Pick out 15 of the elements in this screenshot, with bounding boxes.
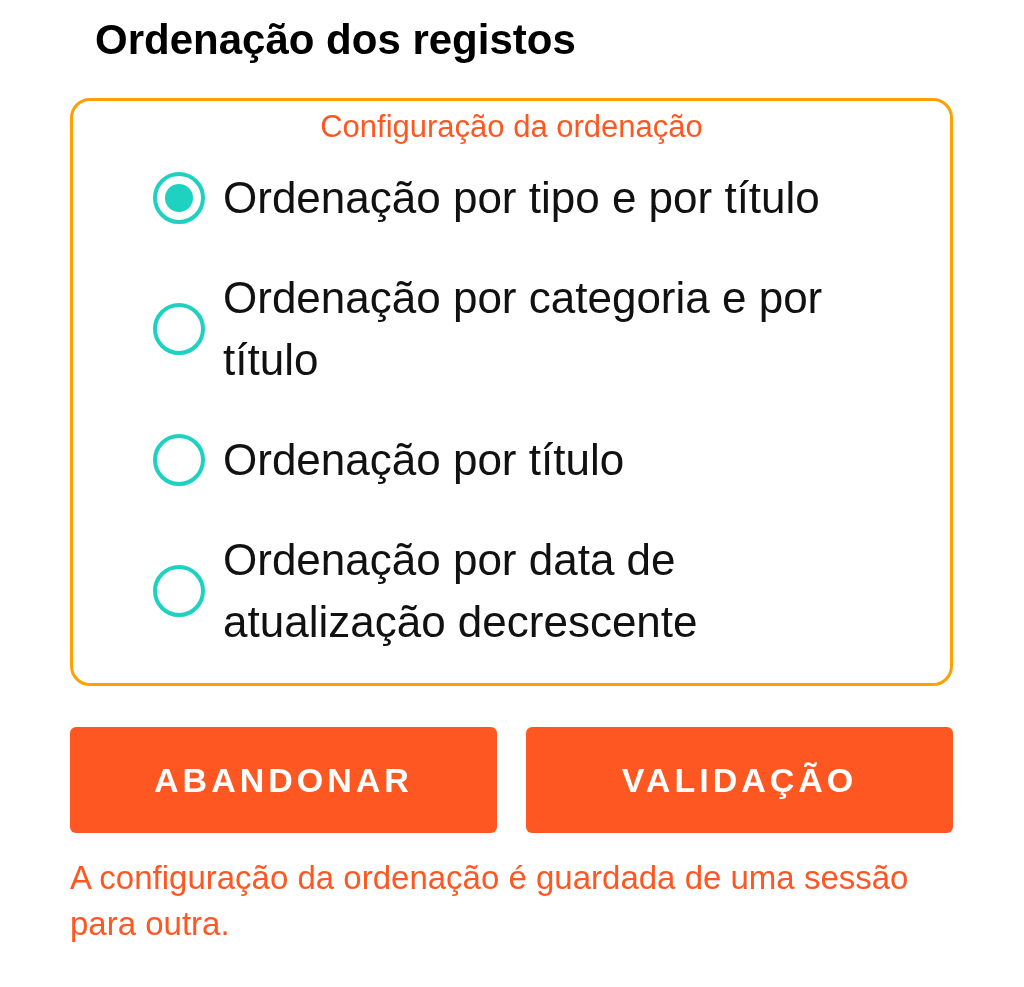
radio-option[interactable]: Ordenação por data de atualização decrescente	[73, 521, 950, 661]
radio-option[interactable]: Ordenação por tipo e por título	[73, 153, 950, 243]
radio-button[interactable]	[153, 172, 205, 224]
option-label: Ordenação por data de atualização decrescente	[223, 534, 699, 648]
option-label: Ordenação por tipo e por título	[223, 172, 820, 224]
radio-option[interactable]: Ordenação por categoria e por título	[73, 259, 950, 399]
option-label: Ordenação por categoria e por título	[223, 272, 824, 386]
option-label: Ordenação por título	[223, 434, 625, 486]
panel-legend: Configuração da ordenação	[320, 107, 703, 147]
radio-button[interactable]	[153, 434, 205, 486]
radio-button[interactable]	[153, 303, 205, 355]
radio-option[interactable]: Ordenação por título	[73, 415, 950, 505]
info-note: A configuração da ordenação é guardada de uma sessão para outra.	[70, 858, 910, 944]
radio-button[interactable]	[153, 565, 205, 617]
section-title: Ordenação dos registos	[94, 15, 577, 65]
